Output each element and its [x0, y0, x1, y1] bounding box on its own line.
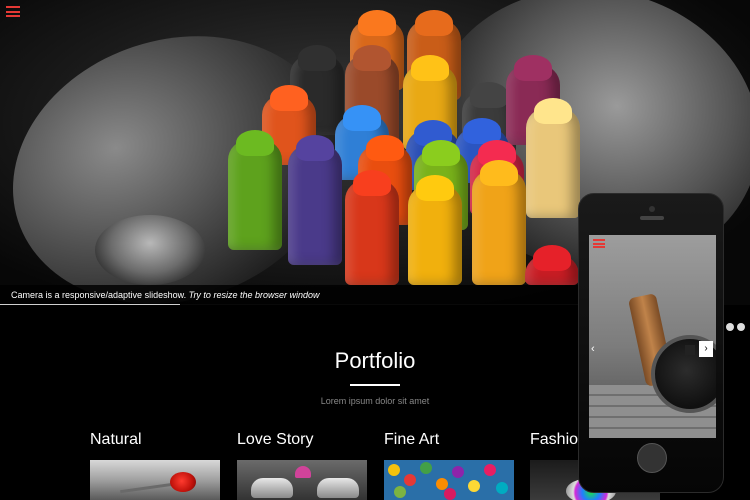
title-divider — [350, 384, 400, 386]
slide-image-thumb — [95, 215, 205, 285]
phone-camera — [649, 206, 655, 212]
phone-screen: ‹ › — [589, 235, 716, 438]
paint-dot — [484, 464, 496, 476]
portfolio-thumb-love-story[interactable] — [237, 460, 367, 500]
shoe-image — [317, 478, 359, 498]
crayon — [525, 255, 579, 285]
paint-dot — [404, 474, 416, 486]
pause-icon[interactable] — [685, 345, 695, 355]
phone-mockup: ‹ › — [578, 193, 724, 493]
category-love-story[interactable]: Love Story — [237, 431, 313, 449]
hamburger-menu-icon[interactable] — [593, 239, 605, 248]
portfolio-thumb-fine-art[interactable] — [384, 460, 514, 500]
paint-dot — [452, 466, 464, 478]
pager-dot[interactable] — [737, 323, 745, 331]
paint-dot — [420, 462, 432, 474]
category-fine-art[interactable]: Fine Art — [384, 431, 439, 449]
crayon — [408, 185, 462, 285]
slide-progress-bar — [0, 304, 180, 305]
paint-dot — [444, 488, 456, 500]
chevron-left-icon[interactable]: ‹ — [591, 343, 595, 355]
phone-home-button — [637, 443, 667, 473]
caption-text: Camera is a responsive/adaptive slidesho… — [11, 290, 187, 300]
paint-dot — [496, 482, 508, 494]
paint-dot — [468, 480, 480, 492]
slide-caption: Camera is a responsive/adaptive slidesho… — [0, 285, 580, 305]
chevron-right-icon[interactable]: › — [699, 341, 713, 357]
shoe-image — [251, 478, 293, 498]
phone-speaker — [640, 216, 664, 220]
heart-image — [295, 466, 311, 478]
crayon — [472, 170, 526, 285]
pager-dot[interactable] — [726, 323, 734, 331]
crayon — [288, 145, 342, 265]
crayon — [526, 108, 580, 218]
portfolio-thumb-natural[interactable] — [90, 460, 220, 500]
hamburger-menu-icon[interactable] — [6, 6, 20, 17]
crayon — [228, 140, 282, 250]
paint-dot — [394, 486, 406, 498]
category-natural[interactable]: Natural — [90, 431, 142, 449]
caption-emphasis: Try to resize the browser window — [188, 290, 320, 300]
rose-image — [170, 472, 196, 492]
crayon — [345, 180, 399, 285]
paint-dot — [388, 464, 400, 476]
pager-dots[interactable] — [726, 318, 750, 331]
